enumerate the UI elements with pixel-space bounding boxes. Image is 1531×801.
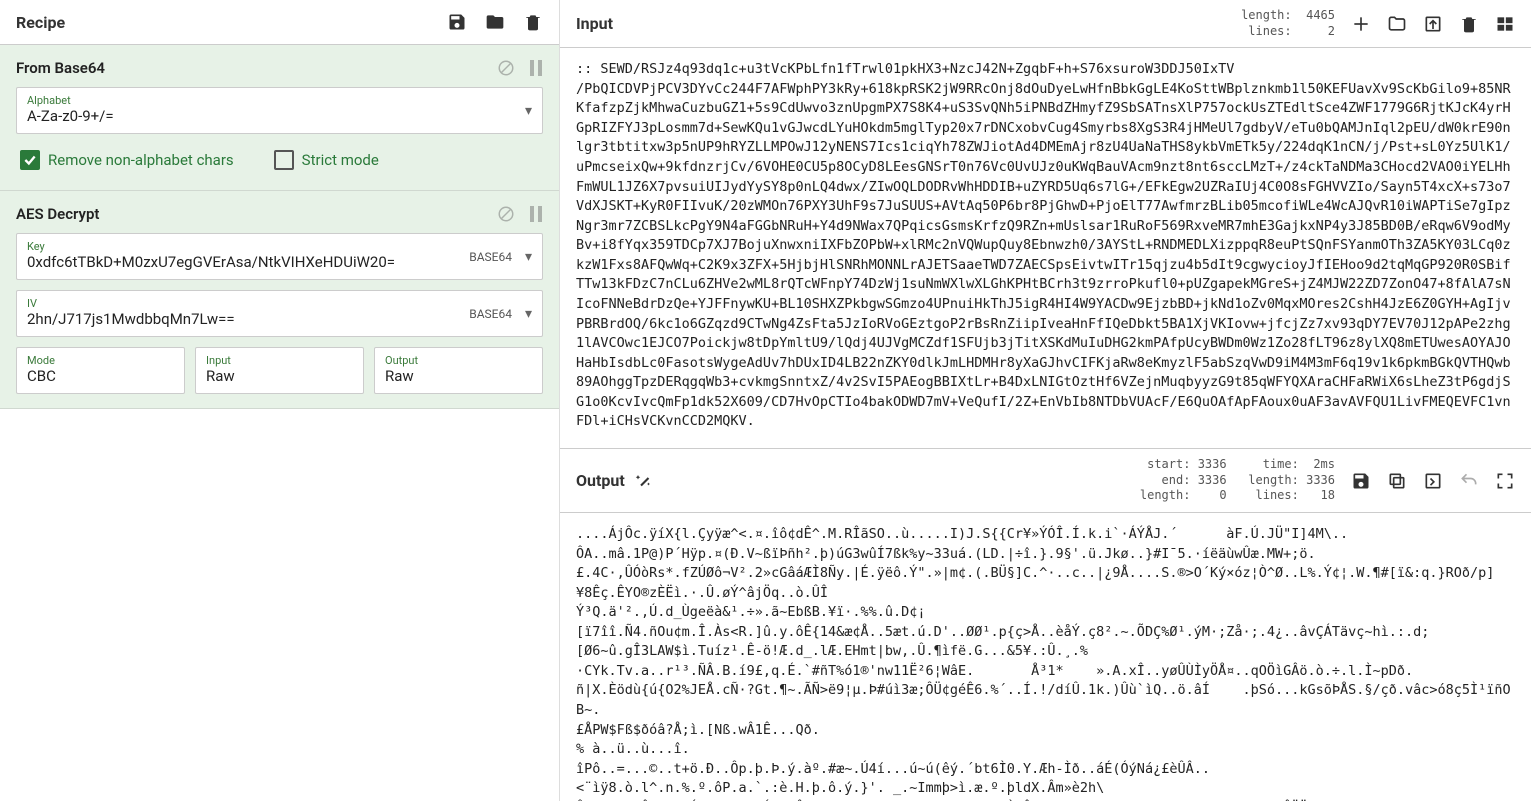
alphabet-label: Alphabet bbox=[27, 94, 532, 107]
save-output-icon[interactable] bbox=[1351, 471, 1371, 491]
op-title-from-base64: From Base64 bbox=[16, 59, 105, 77]
alphabet-field[interactable]: Alphabet A-Za-z0-9+/= ▾ bbox=[16, 87, 543, 134]
input-title: Input bbox=[576, 14, 613, 33]
aes-iv-format[interactable]: BASE64 bbox=[469, 307, 512, 321]
op-from-base64: From Base64 Alphabet A-Za-z0-9+/= ▾ Remo… bbox=[0, 45, 559, 191]
input-text[interactable]: :: SEWD/RSJz4q93dq1c+u3tVcKPbLfn1fTrwl01… bbox=[560, 48, 1531, 448]
aes-input-label: Input bbox=[206, 354, 353, 367]
pause-op-icon[interactable] bbox=[529, 205, 543, 223]
remove-non-alpha-checkbox[interactable]: Remove non-alphabet chars bbox=[20, 150, 234, 170]
unchecked-box-icon bbox=[274, 150, 294, 170]
chevron-down-icon[interactable]: ▾ bbox=[525, 249, 532, 265]
magic-icon[interactable] bbox=[635, 472, 653, 490]
chevron-down-icon[interactable]: ▾ bbox=[525, 306, 532, 322]
disable-op-icon[interactable] bbox=[497, 59, 515, 77]
chevron-down-icon[interactable]: ▾ bbox=[525, 103, 532, 119]
aes-iv-value: 2hn/J717js1MwdbbqMn7Lw== bbox=[27, 310, 532, 328]
recipe-header: Recipe bbox=[0, 0, 559, 45]
recipe-title: Recipe bbox=[16, 13, 65, 32]
output-header: Output start: 3336 time: 2ms end: 3336 l… bbox=[560, 448, 1531, 513]
remove-non-alpha-label: Remove non-alphabet chars bbox=[48, 151, 234, 169]
input-header: Input length: 4465 lines: 2 bbox=[560, 0, 1531, 48]
add-input-tab-icon[interactable] bbox=[1351, 14, 1371, 34]
op-aes-decrypt: AES Decrypt Key 0xdfc6tTBkD+M0zxU7egGVEr… bbox=[0, 191, 559, 409]
check-icon bbox=[20, 150, 40, 170]
open-folder-icon[interactable] bbox=[1387, 14, 1407, 34]
aes-key-format[interactable]: BASE64 bbox=[469, 250, 512, 264]
aes-input-value: Raw bbox=[206, 367, 353, 385]
aes-output-value: Raw bbox=[385, 367, 532, 385]
aes-output-field[interactable]: Output Raw bbox=[374, 347, 543, 394]
op-title-aes-decrypt: AES Decrypt bbox=[16, 205, 99, 223]
aes-key-value: 0xdfc6tTBkD+M0zxU7egGVErAsa/NtkVIHXeHDUi… bbox=[27, 253, 532, 271]
aes-output-label: Output bbox=[385, 354, 532, 367]
strict-mode-checkbox[interactable]: Strict mode bbox=[274, 150, 379, 170]
output-title: Output bbox=[576, 471, 625, 490]
alphabet-value: A-Za-z0-9+/= bbox=[27, 107, 532, 125]
input-stats: length: 4465 lines: 2 bbox=[1241, 8, 1335, 39]
disable-op-icon[interactable] bbox=[497, 205, 515, 223]
load-recipe-icon[interactable] bbox=[485, 12, 505, 32]
copy-output-icon[interactable] bbox=[1387, 471, 1407, 491]
aes-mode-field[interactable]: Mode CBC bbox=[16, 347, 185, 394]
clear-recipe-icon[interactable] bbox=[523, 12, 543, 32]
aes-key-field[interactable]: Key 0xdfc6tTBkD+M0zxU7egGVErAsa/NtkVIHXe… bbox=[16, 233, 543, 280]
strict-mode-label: Strict mode bbox=[302, 151, 379, 169]
aes-key-label: Key bbox=[27, 240, 532, 253]
pause-op-icon[interactable] bbox=[529, 59, 543, 77]
aes-iv-field[interactable]: IV 2hn/J717js1MwdbbqMn7Lw== BASE64 ▾ bbox=[16, 290, 543, 337]
aes-mode-label: Mode bbox=[27, 354, 174, 367]
clear-input-icon[interactable] bbox=[1459, 14, 1479, 34]
aes-iv-label: IV bbox=[27, 297, 532, 310]
output-text[interactable]: ....ÁjÔc.ÿíX{l.Çyÿæ^<.¤.îô¢dÊ^.M.RÎãSO..… bbox=[560, 513, 1531, 801]
open-file-icon[interactable] bbox=[1423, 14, 1443, 34]
maximize-output-icon[interactable] bbox=[1495, 471, 1515, 491]
aes-input-field[interactable]: Input Raw bbox=[195, 347, 364, 394]
save-recipe-icon[interactable] bbox=[447, 12, 467, 32]
aes-mode-value: CBC bbox=[27, 367, 174, 385]
output-stats: start: 3336 time: 2ms end: 3336 length: … bbox=[1140, 457, 1335, 504]
toggle-layout-icon[interactable] bbox=[1495, 14, 1515, 34]
move-output-to-input-icon[interactable] bbox=[1423, 471, 1443, 491]
undo-icon[interactable] bbox=[1459, 471, 1479, 491]
